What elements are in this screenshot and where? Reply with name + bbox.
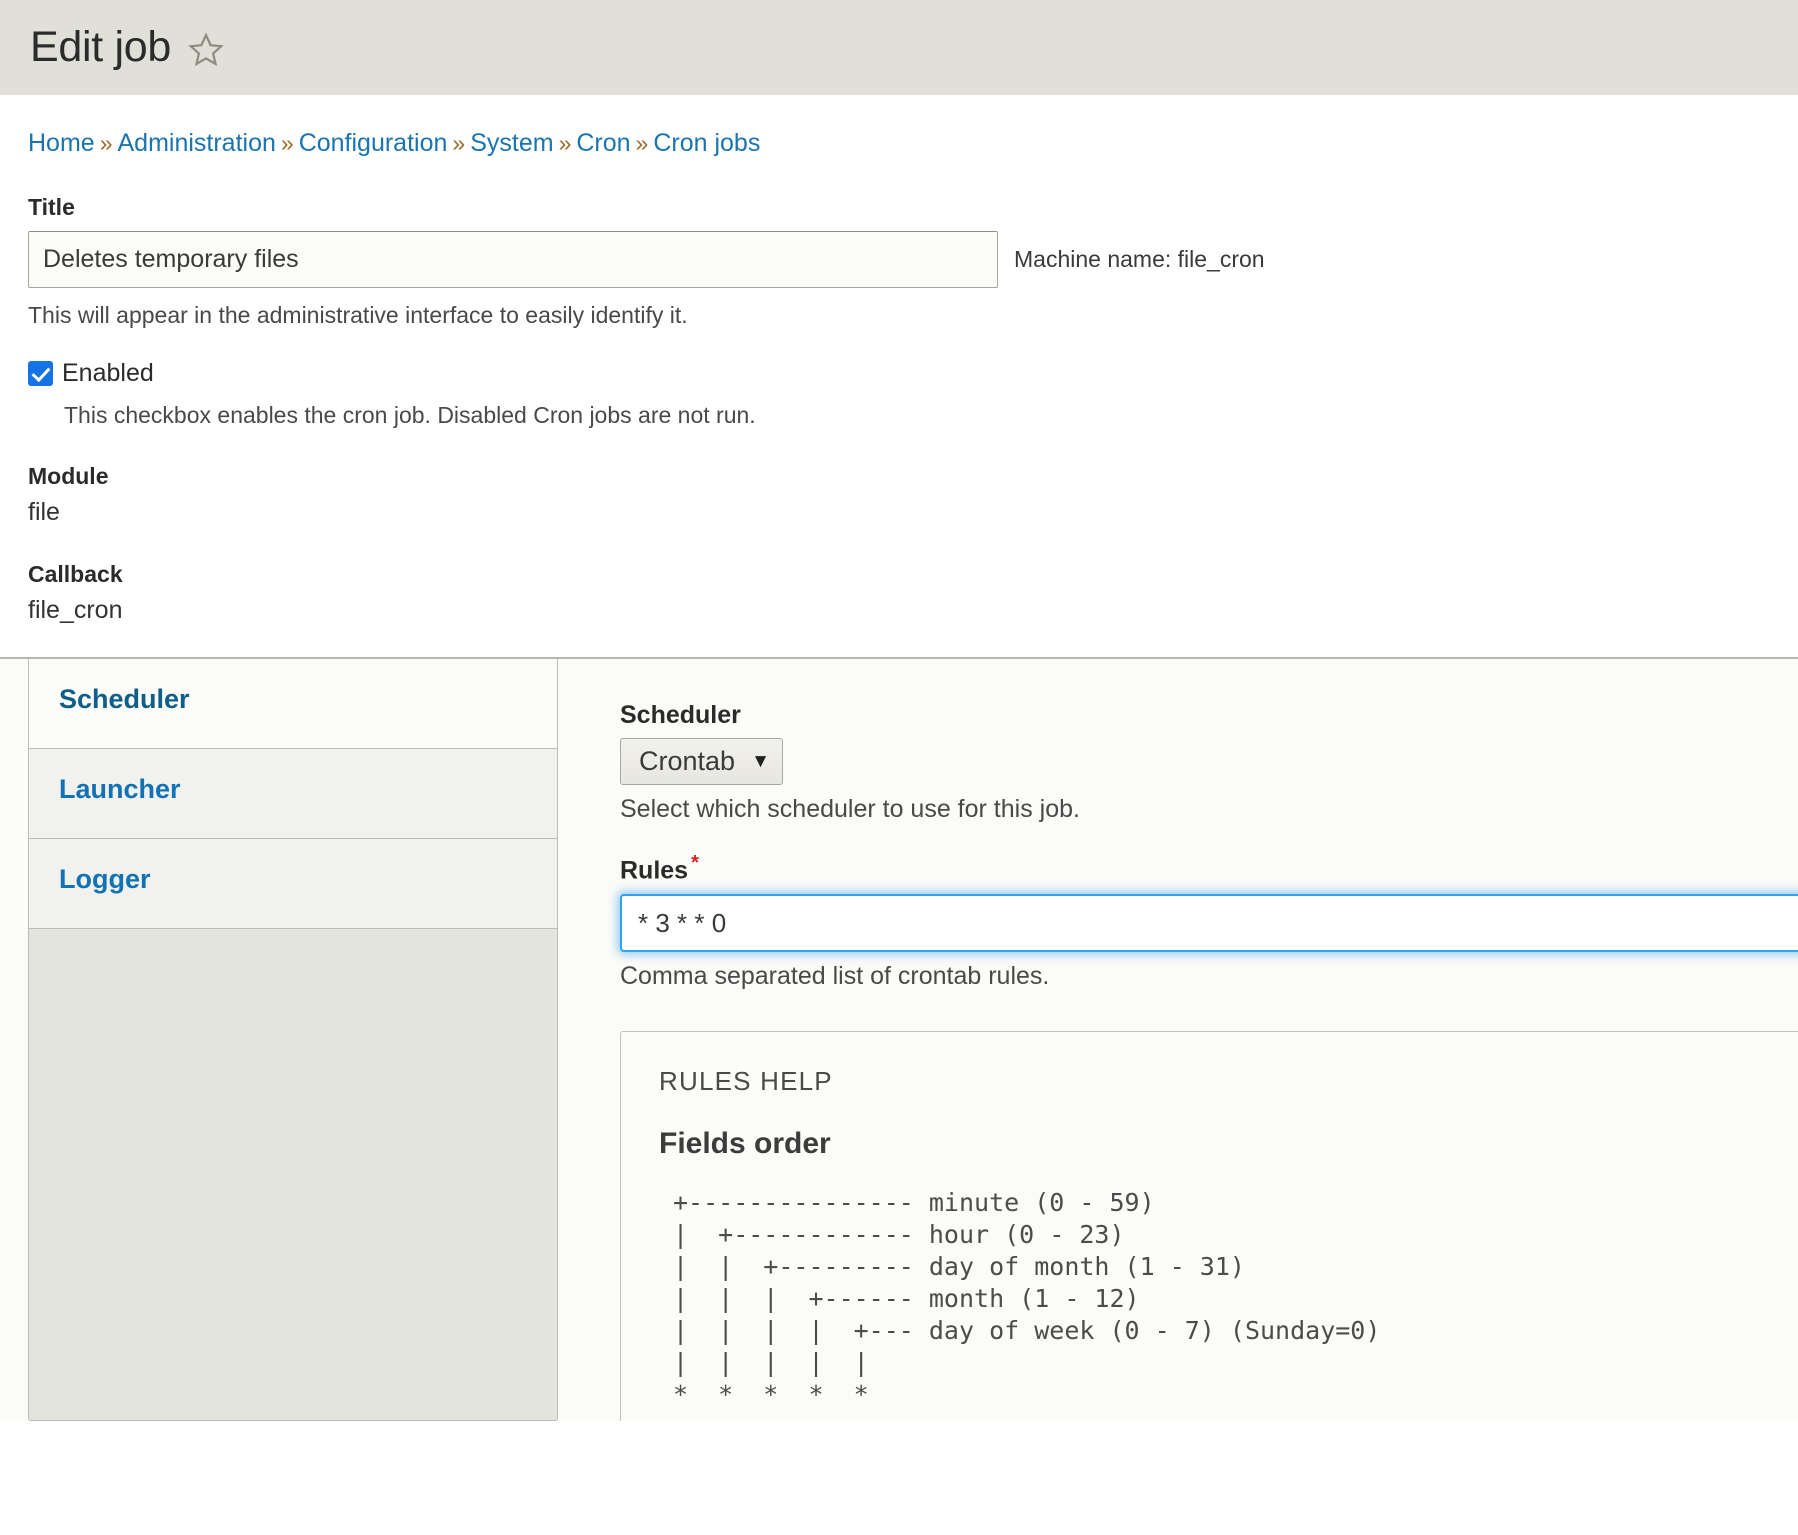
rules-label-text: Rules [620, 856, 689, 885]
breadcrumb-item-configuration[interactable]: Configuration [299, 129, 448, 157]
title-field-description: This will appear in the administrative i… [28, 302, 688, 328]
callback-label: Callback [28, 561, 123, 587]
scheduler-select-description: Select which scheduler to use for this j… [620, 795, 1080, 823]
title-field-label: Title [28, 194, 75, 220]
breadcrumb-separator: » [99, 130, 113, 156]
scheduler-select-value: Crontab [639, 746, 736, 776]
machine-name-label: Machine name: file_cron [1014, 246, 1265, 272]
rules-input[interactable] [620, 894, 1798, 953]
enabled-checkbox[interactable] [28, 361, 53, 386]
tab-logger[interactable]: Logger [29, 839, 557, 929]
enabled-checkbox-row[interactable]: Enabled [28, 359, 1770, 388]
breadcrumb-item-cron-jobs[interactable]: Cron jobs [653, 129, 760, 157]
rules-field-description: Comma separated list of crontab rules. [620, 962, 1050, 991]
star-outline-icon[interactable] [187, 31, 225, 69]
enabled-checkbox-description: This checkbox enables the cron job. Disa… [64, 402, 756, 428]
scheduler-select[interactable]: Crontab ▼ [620, 738, 783, 785]
breadcrumb-item-cron[interactable]: Cron [576, 129, 630, 157]
breadcrumb-item-home[interactable]: Home [28, 129, 95, 157]
tab-launcher[interactable]: Launcher [29, 749, 557, 839]
vertical-tabs-list: Scheduler Launcher Logger [28, 659, 558, 1422]
chevron-down-icon: ▼ [751, 751, 770, 772]
cron-fields-diagram: +--------------- minute (0 - 59) | +----… [673, 1188, 1381, 1410]
breadcrumb-item-system[interactable]: System [470, 129, 553, 157]
required-marker: * [691, 852, 699, 874]
enabled-checkbox-label: Enabled [62, 359, 154, 387]
rules-help-title: RULES HELP [659, 1066, 833, 1097]
title-field-row: Machine name: file_cron [28, 231, 1770, 288]
tab-scheduler[interactable]: Scheduler [29, 659, 557, 749]
rules-field-label: Rules * [620, 852, 1798, 885]
breadcrumb-separator: » [280, 130, 294, 156]
breadcrumb-separator: » [635, 130, 649, 156]
breadcrumb: Home» Administration» Configuration» System… [28, 95, 1770, 158]
page-content: Home» Administration» Configuration» System… [0, 95, 1798, 1422]
module-label: Module [28, 463, 109, 489]
breadcrumb-separator: » [452, 130, 466, 156]
page-title: Edit job [30, 23, 172, 71]
rules-help-subtitle: Fields order [659, 1127, 831, 1161]
title-input[interactable] [28, 231, 998, 288]
breadcrumb-item-administration[interactable]: Administration [117, 129, 275, 157]
rules-help-box: RULES HELP Fields order +---------------… [620, 1031, 1798, 1422]
scheduler-select-label: Scheduler [620, 701, 741, 729]
vertical-tabs-panel: Scheduler Launcher Logger Scheduler Cron… [0, 657, 1798, 1422]
scheduler-tab-pane: Scheduler Crontab ▼ Select which schedul… [558, 659, 1798, 1422]
page-header: Edit job [0, 0, 1798, 95]
breadcrumb-separator: » [558, 130, 572, 156]
module-value: file [28, 498, 60, 526]
callback-value: file_cron [28, 596, 123, 624]
